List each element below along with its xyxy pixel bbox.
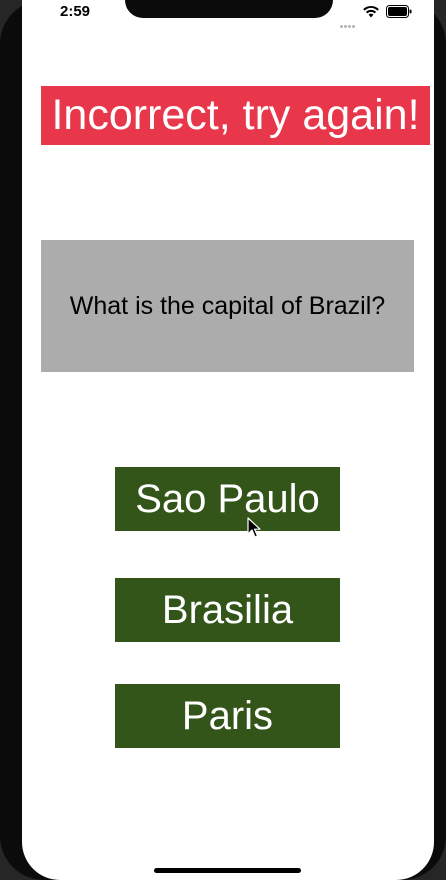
device-notch: [125, 0, 333, 18]
battery-icon: [386, 5, 412, 18]
question-label: What is the capital of Brazil?: [41, 240, 414, 372]
feedback-banner: Incorrect, try again!: [41, 86, 430, 145]
home-indicator[interactable]: [154, 868, 301, 873]
question-text: What is the capital of Brazil?: [69, 291, 386, 320]
answer-button-sao-paulo[interactable]: Sao Paulo: [115, 467, 340, 531]
answer-button-brasilia[interactable]: Brasilia: [115, 578, 340, 642]
answer-label: Sao Paulo: [135, 476, 320, 521]
status-bar: 2:59: [22, 0, 434, 28]
wifi-icon: [363, 5, 379, 18]
answer-label: Brasilia: [161, 587, 294, 632]
phone-frame: 2:59 Incorrect, try again! What is the c…: [0, 0, 446, 880]
status-time: 2:59: [60, 3, 91, 20]
mouse-pointer-icon: [247, 517, 261, 538]
signal-icon: [340, 10, 360, 28]
answer-label: Paris: [181, 693, 274, 738]
app-screen: 2:59 Incorrect, try again! What is the c…: [22, 0, 434, 880]
answer-button-paris[interactable]: Paris: [115, 684, 340, 748]
